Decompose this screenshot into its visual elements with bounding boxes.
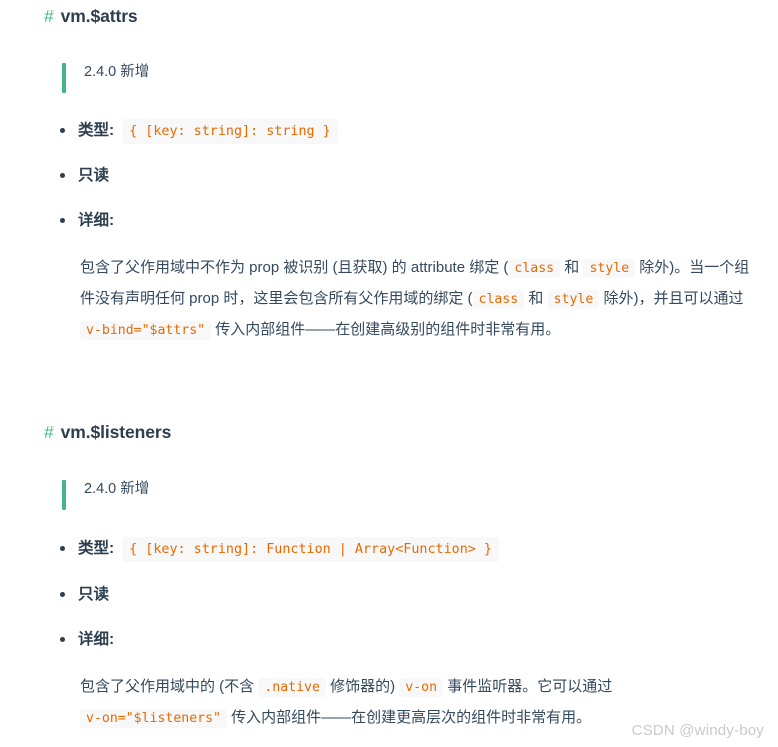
list-item-label: 只读	[78, 167, 110, 184]
list-item-label: 只读	[78, 586, 110, 603]
detail-text-part: 和	[524, 290, 548, 307]
detail-text-part: 事件监听器。它可以通过	[443, 678, 613, 695]
inline-code-native: .native	[258, 678, 326, 697]
list-item-detail-vm-listeners: 详细:	[0, 628, 114, 651]
list-item-readonly-vm-listeners: 只读	[0, 583, 109, 606]
callout-accent-bar	[62, 63, 66, 93]
bullet-icon	[60, 637, 65, 642]
detail-text-part: 和	[560, 259, 584, 276]
inline-code-style: style	[583, 259, 636, 278]
anchor-hash-icon[interactable]: #	[44, 6, 54, 28]
inline-code-class: class	[472, 290, 525, 309]
list-item-label: 详细:	[78, 212, 115, 229]
detail-text-part: 包含了父作用域中不作为 prop 被识别 (且获取) 的 attribute 绑…	[80, 259, 509, 276]
inline-code-style: style	[547, 290, 600, 309]
list-item-label: 类型:	[78, 122, 115, 139]
version-note: 2.4.0 新增	[84, 64, 150, 80]
inline-code-v-on-listeners: v-on="$listeners"	[80, 709, 227, 728]
bullet-icon	[60, 173, 65, 178]
anchor-hash-icon[interactable]: #	[44, 422, 54, 444]
inline-code-class: class	[508, 259, 561, 278]
code-type-value: { [key: string]: string }	[122, 119, 338, 145]
detail-text-part: 传入内部组件——在创建高级别的组件时非常有用。	[211, 321, 561, 338]
inline-code-v-bind-attrs: v-bind="$attrs"	[80, 321, 212, 340]
bullet-icon	[60, 128, 65, 133]
bullet-icon	[60, 218, 65, 223]
version-callout-vm-listeners: 2.4.0 新增	[62, 478, 150, 510]
inline-code-v-on: v-on	[399, 678, 444, 697]
detail-text-part: 修饰器的)	[325, 678, 400, 695]
csdn-watermark: CSDN @windy-boy	[631, 722, 764, 739]
heading-text: vm.$listeners	[60, 422, 172, 442]
bullet-icon	[60, 546, 65, 551]
version-note: 2.4.0 新增	[84, 481, 150, 497]
heading-text: vm.$attrs	[60, 6, 138, 26]
list-item-type-vm-attrs: 类型: { [key: string]: string }	[0, 119, 338, 145]
detail-paragraph-vm-attrs: 包含了父作用域中不作为 prop 被识别 (且获取) 的 attribute 绑…	[0, 252, 778, 345]
documentation-page: # vm.$attrs 2.4.0 新增 类型: { [key: string]…	[0, 0, 778, 747]
list-item-type-vm-listeners: 类型: { [key: string]: Function | Array<Fu…	[0, 537, 499, 563]
list-item-label: 类型:	[78, 540, 115, 557]
section-vm-attrs: # vm.$attrs	[0, 6, 778, 28]
detail-text-part: 传入内部组件——在创建更高层次的组件时非常有用。	[226, 709, 592, 726]
callout-accent-bar	[62, 480, 66, 510]
section-vm-listeners: # vm.$listeners	[0, 422, 778, 444]
bullet-icon	[60, 592, 65, 597]
code-type-value: { [key: string]: Function | Array<Functi…	[122, 537, 499, 563]
page-title-vm-listeners: # vm.$listeners	[0, 422, 778, 444]
detail-text-part: 除外)，并且可以通过	[599, 290, 744, 307]
version-callout-vm-attrs: 2.4.0 新增	[62, 61, 150, 93]
list-item-readonly-vm-attrs: 只读	[0, 164, 109, 187]
detail-text-part: 包含了父作用域中的 (不含	[80, 678, 259, 695]
page-title-vm-attrs: # vm.$attrs	[0, 6, 778, 28]
list-item-label: 详细:	[78, 631, 115, 648]
list-item-detail-vm-attrs: 详细:	[0, 209, 114, 232]
